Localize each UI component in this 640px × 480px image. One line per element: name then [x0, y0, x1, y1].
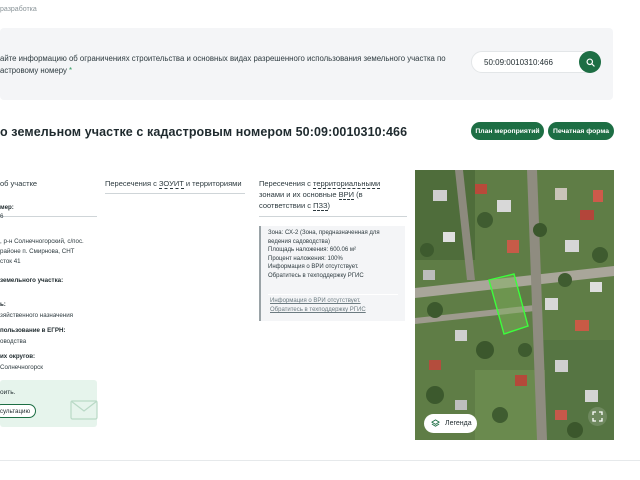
- consultation-button[interactable]: сультацию: [0, 404, 36, 418]
- zone-card: Зона: СХ-2 (Зона, предназначенная для ве…: [259, 226, 405, 321]
- divider: [0, 460, 640, 461]
- search-prompt-line2: астровому номеру: [0, 66, 67, 75]
- divider: [259, 216, 407, 217]
- cadastral-number-input[interactable]: [472, 52, 582, 72]
- zone-name: Зона: СХ-2 (Зона, предназначенная для: [268, 230, 380, 236]
- layers-icon: [431, 419, 440, 427]
- info-value: сток 41: [0, 258, 21, 265]
- pzz-link[interactable]: ПЗЗ: [313, 201, 328, 211]
- search-icon: [585, 57, 595, 67]
- legend-button[interactable]: Легенда: [424, 414, 477, 433]
- map-view[interactable]: [415, 170, 614, 440]
- overlap-percent: Процент наложения: 100%: [268, 255, 343, 262]
- envelope-icon: [70, 400, 98, 420]
- plan-button[interactable]: План мероприятий: [471, 122, 544, 140]
- info-value: Солнечногорск: [0, 364, 43, 371]
- info-value: , р-н Солнечногорский, с/пос.: [0, 238, 84, 245]
- satellite-map: [415, 170, 614, 440]
- info-value: 6: [0, 213, 4, 220]
- vri-link[interactable]: ВРИ: [338, 190, 354, 200]
- breadcrumb[interactable]: разработка: [0, 6, 37, 13]
- zones-heading[interactable]: Пересечения с территориальными зонами и …: [259, 178, 404, 211]
- parcel-info-heading[interactable]: об участке: [0, 178, 37, 189]
- print-form-button[interactable]: Печатная форма: [548, 122, 614, 140]
- info-label: ь:: [0, 301, 6, 308]
- consultation-promo: оить. сультацию: [0, 380, 98, 427]
- info-value: оводства: [0, 338, 27, 345]
- info-label: земельного участка:: [0, 277, 64, 284]
- zouit-heading[interactable]: Пересечения с ЗОУИТ и территориями: [105, 178, 245, 189]
- expand-icon: [592, 411, 603, 422]
- search-panel: айте информацию об ограничениях строител…: [0, 28, 613, 100]
- info-value: зяйственного назначения: [0, 312, 74, 319]
- info-label: мер:: [0, 204, 14, 211]
- divider: [268, 294, 398, 295]
- expand-map-button[interactable]: [588, 407, 607, 426]
- divider: [105, 193, 245, 194]
- vri-missing: Информация о ВРИ отсутствует.: [268, 264, 359, 270]
- zone-name-cont: ведения садоводства): [268, 238, 330, 245]
- required-mark: *: [69, 66, 73, 75]
- promo-text: оить.: [0, 389, 16, 396]
- info-label: пользование в ЕГРН:: [0, 327, 66, 334]
- info-value: районе п. Смирнова, СНТ: [0, 248, 75, 255]
- page-title: о земельном участке с кадастровым номеро…: [0, 125, 408, 139]
- search-prompt-line1: айте информацию об ограничениях строител…: [0, 54, 446, 63]
- search-button[interactable]: [579, 51, 601, 73]
- search-prompt: айте информацию об ограничениях строител…: [0, 53, 450, 77]
- support-note: Обратитесь в техподдержку РГИС: [268, 272, 364, 279]
- zouit-link[interactable]: ЗОУИТ: [158, 179, 184, 189]
- info-label: их округов:: [0, 353, 36, 360]
- vri-support-link[interactable]: Информация о ВРИ отсутствует. Обратитесь…: [270, 297, 366, 315]
- search-box: [471, 51, 601, 73]
- zones-link[interactable]: территориальными: [312, 179, 381, 189]
- divider: [0, 216, 97, 217]
- legend-label: Легенда: [445, 420, 472, 427]
- overlap-area: Площадь наложения: 600.06 м²: [268, 247, 357, 253]
